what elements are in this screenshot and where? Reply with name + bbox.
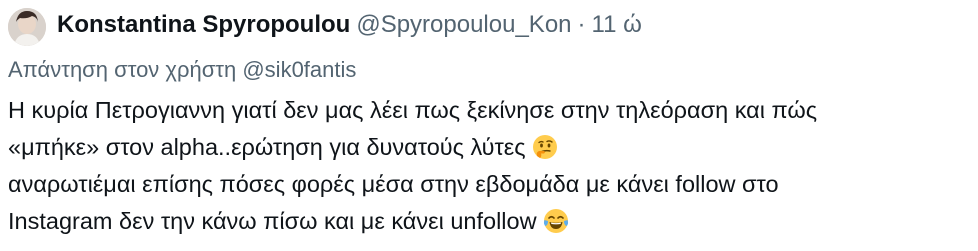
separator-dot: · [577, 11, 586, 38]
tweet-text: Η κυρία Πετρογιαννη γιατί δεν μας λέει π… [8, 92, 968, 240]
face-with-tears-of-joy-icon [543, 208, 569, 234]
author-handle[interactable]: @Spyropoulou_Kon [356, 11, 571, 38]
tweet-card[interactable]: Konstantina Spyropoulou @Spyropoulou_Kon ·… [0, 0, 978, 251]
reply-context: Απάντηση στον χρήστη @sik0fantis [8, 56, 356, 84]
tweet-text-line-1: Η κυρία Πετρογιαννη γιατί δεν μας λέει π… [8, 92, 968, 129]
tweet-text-line-2: «μπήκε» στον alpha..ερώτηση για δυνατούς… [8, 129, 968, 166]
tweet-text-line-3: αναρωτιέμαι επίσης πόσες φορές μέσα στην… [8, 166, 968, 203]
reply-mention-link[interactable]: @sik0fantis [242, 57, 356, 82]
author-display-name[interactable]: Konstantina Spyropoulou [57, 11, 350, 38]
avatar-image [8, 8, 46, 46]
tweet-text-line-4-content: Instagram δεν την κάνω πίσω και με κάνει… [8, 208, 537, 234]
thinking-face-icon [532, 134, 558, 160]
reply-prefix: Απάντηση στον χρήστη [8, 57, 237, 82]
tweet-header: Konstantina Spyropoulou @Spyropoulou_Kon ·… [57, 11, 642, 39]
avatar[interactable] [8, 8, 46, 46]
tweet-text-line-3-content: αναρωτιέμαι επίσης πόσες φορές μέσα στην… [8, 171, 779, 197]
tweet-timestamp[interactable]: 11 ώ [592, 11, 642, 38]
tweet-text-line-1-content: Η κυρία Πετρογιαννη γιατί δεν μας λέει π… [8, 97, 818, 123]
tweet-text-line-2-content: «μπήκε» στον alpha..ερώτηση για δυνατούς… [8, 134, 526, 160]
tweet-text-line-4: Instagram δεν την κάνω πίσω και με κάνει… [8, 203, 968, 240]
